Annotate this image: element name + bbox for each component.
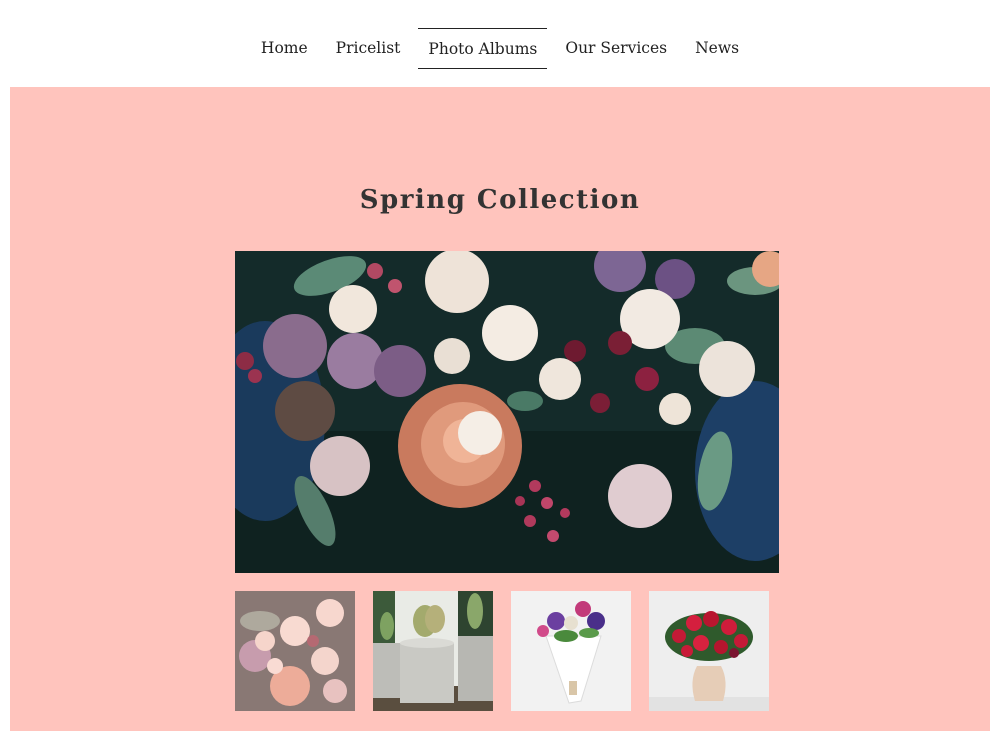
wildflower-bouquet-thumb-image bbox=[511, 591, 631, 711]
nav-item-home[interactable]: Home bbox=[247, 28, 322, 69]
main-photo bbox=[235, 251, 779, 573]
thumbnail-red-roses-vase[interactable] bbox=[649, 591, 769, 711]
nav-item-news[interactable]: News bbox=[681, 28, 753, 69]
thumbnail-strip bbox=[235, 591, 769, 711]
nav-menu: Home Pricelist Photo Albums Our Services… bbox=[0, 28, 1000, 69]
cactus-pots-thumb-image bbox=[373, 591, 493, 711]
red-roses-vase-thumb-image bbox=[649, 591, 769, 711]
top-navigation: Home Pricelist Photo Albums Our Services… bbox=[0, 0, 1000, 87]
album-title: Spring Collection bbox=[359, 185, 641, 215]
nav-item-our-services[interactable]: Our Services bbox=[551, 28, 681, 69]
thumbnail-cactus-pots[interactable] bbox=[373, 591, 493, 711]
floral-bouquet-thumb-image bbox=[235, 591, 355, 711]
album-section: Spring Collection bbox=[10, 87, 990, 731]
thumbnail-wildflower-bouquet[interactable] bbox=[511, 591, 631, 711]
floral-bouquet-image bbox=[235, 251, 779, 573]
nav-item-photo-albums[interactable]: Photo Albums bbox=[418, 28, 548, 69]
nav-item-pricelist[interactable]: Pricelist bbox=[322, 28, 415, 69]
thumbnail-floral-bouquet[interactable] bbox=[235, 591, 355, 711]
